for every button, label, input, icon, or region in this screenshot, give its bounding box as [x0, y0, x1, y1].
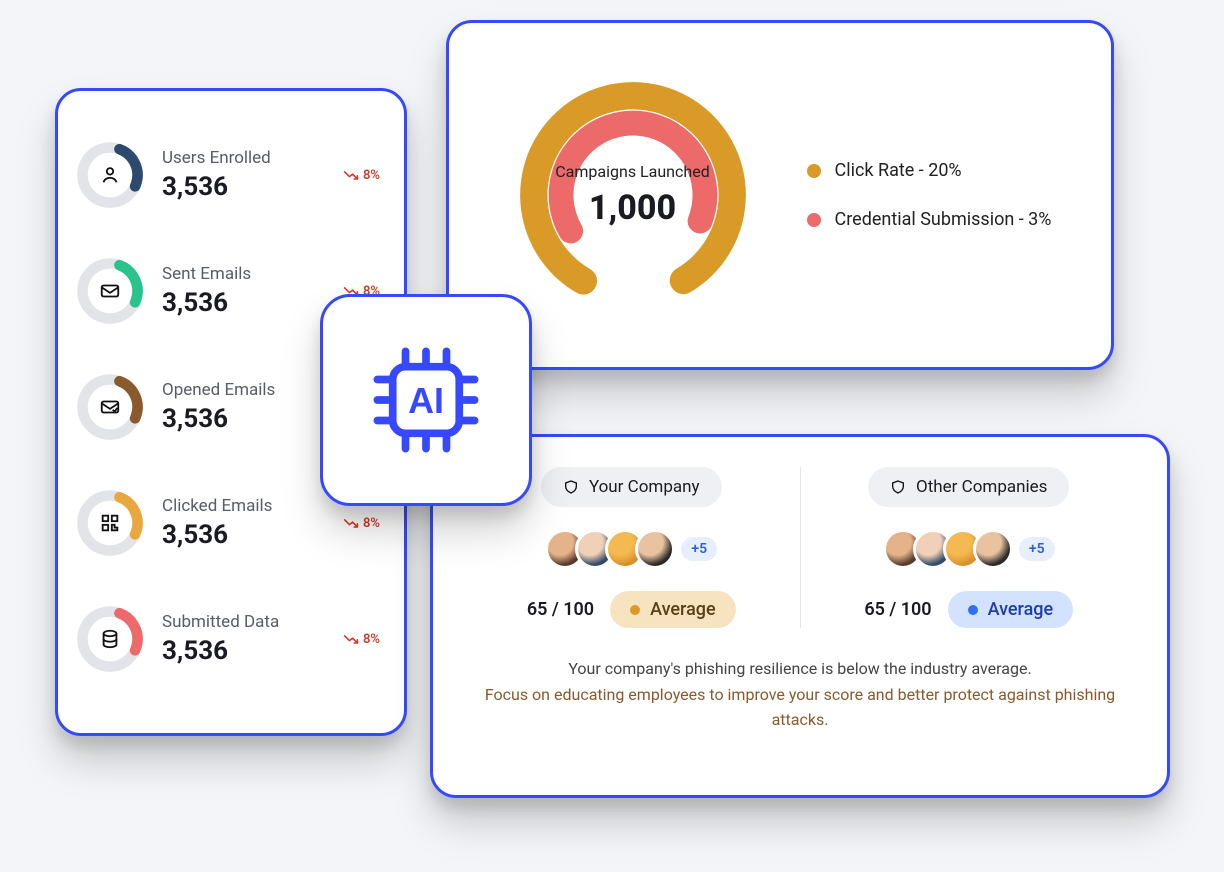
campaigns-panel: Campaigns Launched 1,000 Click Rate - 20…	[446, 20, 1114, 370]
metric-change: 8%	[336, 168, 386, 183]
donut-value: 1,000	[589, 188, 676, 228]
other-status-pill: Average	[948, 591, 1074, 628]
avatar	[635, 529, 675, 569]
user-icon	[99, 164, 121, 186]
sent-icon-ring	[76, 257, 144, 325]
metric-label: Opened Emails	[162, 380, 318, 400]
trend-down-icon	[343, 169, 359, 181]
other-companies-pill[interactable]: Other Companies	[868, 467, 1069, 507]
shield-icon	[890, 478, 906, 496]
metric-label: Users Enrolled	[162, 148, 318, 168]
metric-label: Clicked Emails	[162, 496, 318, 516]
metric-change: 8%	[336, 516, 386, 531]
compare-panel: Your Company +5 65 / 100 Average	[430, 434, 1170, 798]
legend-dot-icon	[807, 213, 821, 227]
metric-label: Sent Emails	[162, 264, 318, 284]
envelope-check-icon	[99, 396, 121, 418]
status-dot-icon	[630, 605, 640, 615]
users-icon-ring	[76, 141, 144, 209]
other-score: 65 / 100	[864, 599, 931, 620]
ai-chip-card: AI	[320, 294, 532, 506]
database-icon	[99, 628, 121, 650]
metric-value: 3,536	[162, 520, 318, 550]
legend-dot-icon	[807, 164, 821, 178]
submitted-icon-ring	[76, 605, 144, 673]
compare-summary: Your company's phishing resilience is be…	[463, 656, 1137, 733]
legend-item: Credential Submission - 3%	[807, 209, 1052, 230]
shield-icon	[563, 478, 579, 496]
legend-item: Click Rate - 20%	[807, 160, 1052, 181]
your-score: 65 / 100	[527, 599, 594, 620]
metric-value: 3,536	[162, 172, 318, 202]
qr-icon	[99, 512, 121, 534]
campaigns-legend: Click Rate - 20% Credential Submission -…	[807, 160, 1052, 230]
legend-label: Credential Submission - 3%	[835, 209, 1052, 230]
status-dot-icon	[968, 605, 978, 615]
metric-change: 8%	[336, 632, 386, 647]
clicked-icon-ring	[76, 489, 144, 557]
your-status-pill: Average	[610, 591, 736, 628]
summary-emphasis: Focus on educating employees to improve …	[463, 682, 1137, 733]
ai-chip-icon: AI	[362, 336, 490, 464]
legend-label: Click Rate - 20%	[835, 160, 962, 181]
svg-text:AI: AI	[408, 381, 444, 421]
other-companies-column: Other Companies +5 65 / 100 Average	[801, 467, 1138, 628]
trend-down-icon	[343, 517, 359, 529]
metric-value: 3,536	[162, 404, 318, 434]
metric-value: 3,536	[162, 288, 318, 318]
donut-label: Campaigns Launched	[555, 162, 709, 183]
metric-value: 3,536	[162, 636, 318, 666]
campaigns-donut: Campaigns Launched 1,000	[509, 71, 757, 319]
metric-row-submitted: Submitted Data 3,536 8%	[76, 581, 386, 697]
avatar-more-badge[interactable]: +5	[1019, 537, 1055, 561]
metric-label: Submitted Data	[162, 612, 318, 632]
envelope-icon	[99, 280, 121, 302]
opened-icon-ring	[76, 373, 144, 441]
summary-line: Your company's phishing resilience is be…	[463, 656, 1137, 682]
metric-row-users: Users Enrolled 3,536 8%	[76, 117, 386, 233]
avatar	[973, 529, 1013, 569]
your-company-pill[interactable]: Your Company	[541, 467, 722, 507]
trend-down-icon	[343, 633, 359, 645]
avatar-stack: +5	[545, 529, 717, 569]
avatar-more-badge[interactable]: +5	[681, 537, 717, 561]
avatar-stack: +5	[883, 529, 1055, 569]
